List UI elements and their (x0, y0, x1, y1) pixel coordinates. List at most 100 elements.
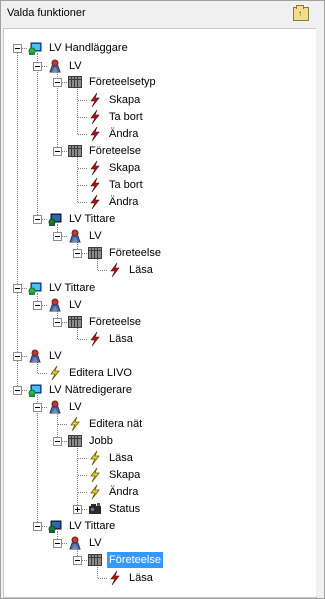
collapse-toggle[interactable] (13, 44, 22, 53)
tree-connector (77, 446, 78, 509)
user-role-icon (27, 40, 43, 56)
user-role-icon (27, 280, 43, 296)
tree-node-label: Företeelse (89, 145, 141, 157)
tree-node[interactable]: Ändra (87, 194, 267, 210)
user-role-icon (47, 211, 63, 227)
tree-node[interactable]: LV Nätredigerare (27, 382, 207, 398)
collapse-toggle[interactable] (53, 147, 62, 156)
tree-connector (78, 134, 87, 135)
collapse-toggle[interactable] (53, 232, 62, 241)
tree-scrollbar-track (316, 28, 324, 596)
collapse-toggle[interactable] (73, 249, 82, 258)
tree-connector (78, 202, 87, 203)
collapse-toggle[interactable] (73, 556, 82, 565)
tree-node[interactable]: Editera LIVO (47, 365, 227, 381)
tree-node[interactable]: Skapa (87, 160, 267, 176)
tree-node[interactable]: Ändra (87, 484, 267, 500)
application-icon (67, 535, 83, 551)
tree-node[interactable]: Läsa (107, 262, 287, 278)
tree-node-label: Företeelse (89, 316, 141, 328)
tree-node-label: Läsa (129, 264, 153, 276)
tree-node-label: LV Handläggare (49, 42, 128, 54)
table-icon (67, 314, 83, 330)
collapse-toggle[interactable] (33, 403, 42, 412)
tree-node[interactable]: Företeelse (67, 143, 247, 159)
yellow-bolt-icon (87, 484, 103, 500)
red-bolt-icon (87, 194, 103, 210)
tree-node[interactable]: LV (27, 348, 207, 364)
table-icon (67, 433, 83, 449)
tree-node-label: LV Tittare (69, 213, 116, 225)
tree-node[interactable]: Jobb (67, 433, 247, 449)
tree-node-label: Skapa (109, 469, 141, 481)
table-icon (67, 74, 83, 90)
collapse-toggle[interactable] (33, 522, 42, 531)
tree-node[interactable]: Editera nät (67, 416, 247, 432)
tree-node-label: Skapa (109, 94, 141, 106)
red-bolt-icon (87, 177, 103, 193)
tree-node-label: Företeelse (107, 552, 163, 568)
collapse-toggle[interactable] (33, 215, 42, 224)
tree-connector (77, 156, 78, 202)
tree-node[interactable]: LV Tittare (47, 211, 227, 227)
red-bolt-icon (107, 570, 123, 586)
collapse-toggle[interactable] (13, 284, 22, 293)
tree-node-label: Läsa (109, 452, 133, 464)
tree-node[interactable]: Status (87, 501, 267, 517)
tree-node-label: Ändra (109, 196, 139, 208)
tree-connector (98, 578, 107, 579)
red-bolt-icon (87, 92, 103, 108)
tree-connector (78, 168, 87, 169)
expand-toggle[interactable] (73, 505, 82, 514)
collapse-toggle[interactable] (33, 62, 42, 71)
tree-node[interactable]: Skapa (87, 467, 267, 483)
collapse-toggle[interactable] (53, 539, 62, 548)
collapse-toggle[interactable] (33, 301, 42, 310)
tree-connector (58, 424, 67, 425)
tree-node-label: Ta bort (109, 179, 143, 191)
tree-connector (37, 53, 38, 219)
yellow-bolt-icon (67, 416, 83, 432)
tree-node[interactable]: Företeelsetyp (67, 74, 247, 90)
tree-node[interactable]: LV (67, 228, 247, 244)
tree-node[interactable]: Ändra (87, 126, 267, 142)
tree-node[interactable]: Läsa (107, 570, 287, 586)
tree-node[interactable]: Ta bort (87, 109, 267, 125)
tree-node[interactable]: Ta bort (87, 177, 267, 193)
tree-node[interactable]: LV Tittare (27, 280, 207, 296)
tree-node[interactable]: LV (47, 58, 227, 74)
tree-connector (78, 492, 87, 493)
tree-node-label: Läsa (109, 333, 133, 345)
panel-title: Valda funktioner (7, 7, 86, 19)
tree-node-label: LV (49, 350, 62, 362)
tree-connector (78, 185, 87, 186)
collapse-toggle[interactable] (53, 318, 62, 327)
tree-node[interactable]: Läsa (87, 450, 267, 466)
tree-node[interactable]: LV Tittare (47, 518, 227, 534)
tree-connector (78, 475, 87, 476)
tree-node-label: Ta bort (109, 111, 143, 123)
tree-node[interactable]: LV (47, 297, 227, 313)
tree-node[interactable]: LV (47, 399, 227, 415)
folder-arrow-icon[interactable]: ↑ (293, 5, 309, 21)
collapse-toggle[interactable] (53, 78, 62, 87)
tree-node[interactable]: Läsa (87, 331, 267, 347)
table-icon (87, 245, 103, 261)
tree-node[interactable]: Företeelse (67, 314, 247, 330)
application-icon (27, 348, 43, 364)
tree-node[interactable]: LV Handläggare (27, 40, 207, 56)
function-tree[interactable]: LV Handläggare LV Företeelsetyp Skapa Ta bor… (3, 28, 317, 598)
collapse-toggle[interactable] (53, 437, 62, 446)
collapse-toggle[interactable] (13, 352, 22, 361)
tree-node-label: LV Tittare (69, 520, 116, 532)
tree-connector (78, 100, 87, 101)
tree-node-label: LV (89, 537, 102, 549)
collapse-toggle[interactable] (13, 386, 22, 395)
tree-node[interactable]: LV (67, 535, 247, 551)
tree-connector (37, 395, 38, 526)
tree-node-label: Ändra (109, 486, 139, 498)
tree-node[interactable]: Företeelse (87, 245, 267, 261)
table-icon (67, 143, 83, 159)
tree-node[interactable]: Företeelse (87, 552, 267, 568)
tree-node[interactable]: Skapa (87, 92, 267, 108)
